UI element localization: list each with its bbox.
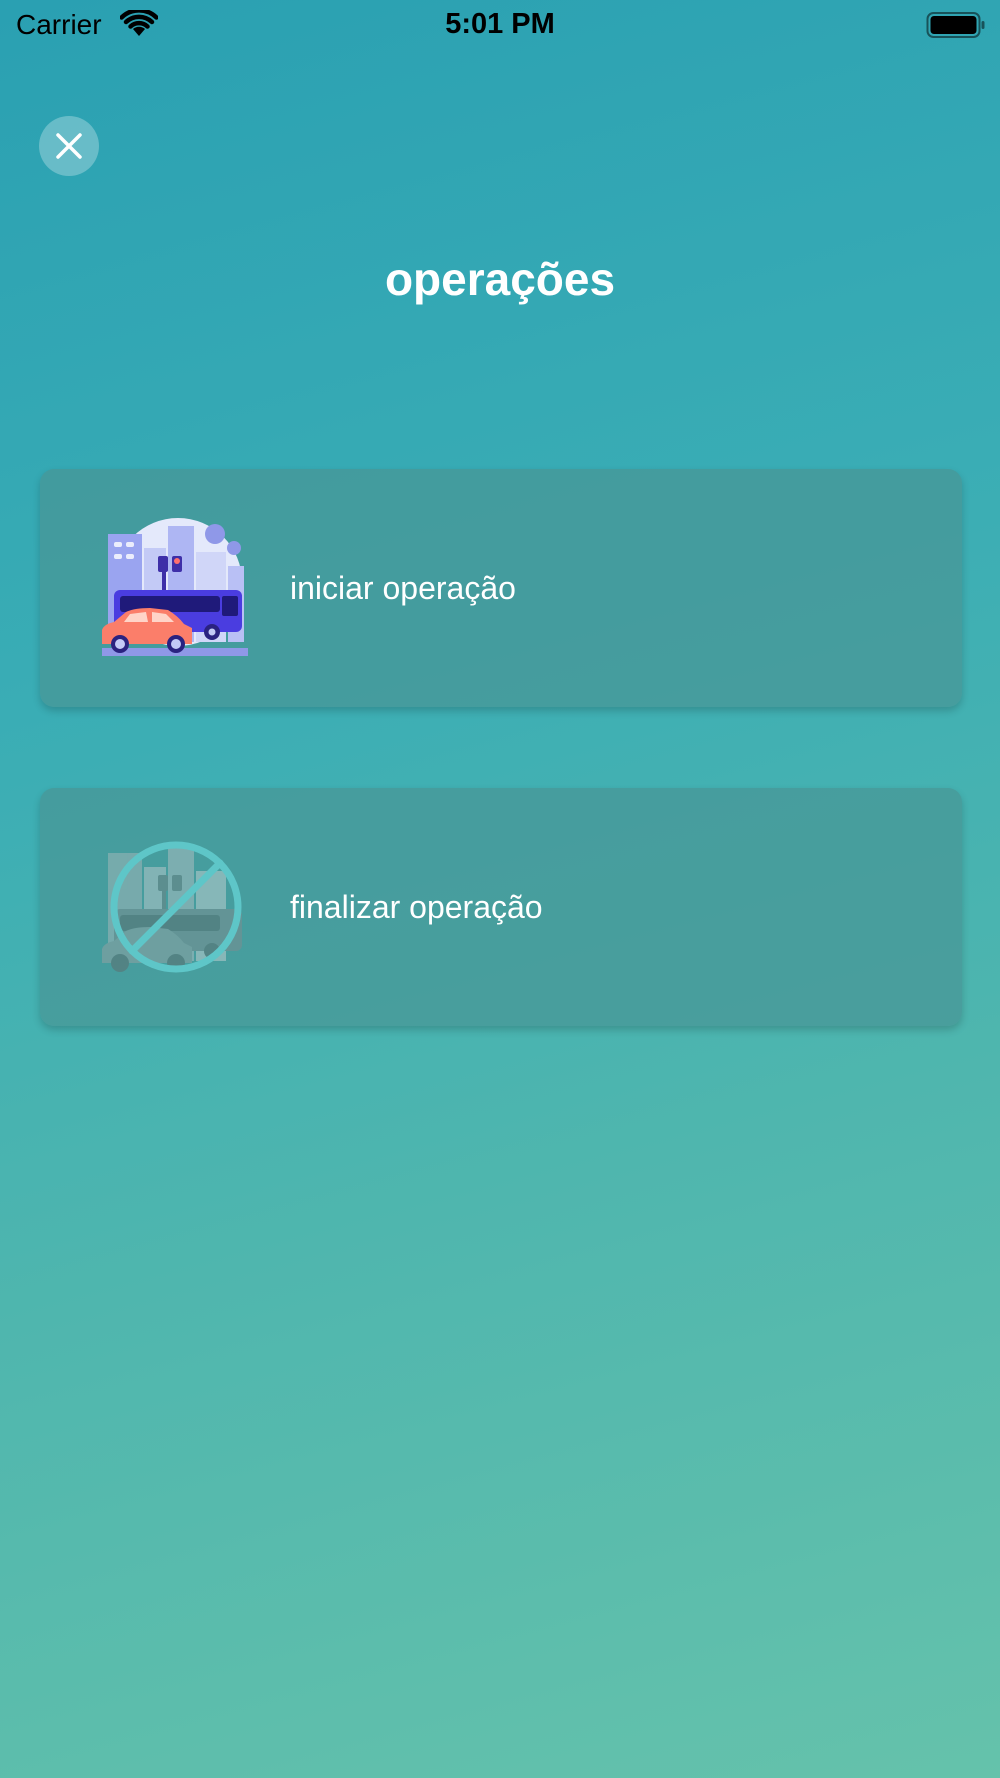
start-operation-card[interactable]: iniciar operação bbox=[40, 469, 962, 707]
battery-icon bbox=[926, 12, 985, 38]
city-traffic-illustration bbox=[102, 518, 248, 656]
start-operation-label: iniciar operação bbox=[290, 570, 516, 606]
close-icon bbox=[56, 133, 82, 159]
status-bar: Carrier 5:01 PM bbox=[0, 0, 1000, 50]
finish-operation-card[interactable]: finalizar operação bbox=[40, 788, 962, 1026]
city-traffic-prohibited-illustration bbox=[102, 841, 242, 973]
page-title: operações bbox=[384, 253, 616, 305]
finish-operation-label: finalizar operação bbox=[290, 889, 543, 925]
clock: 5:01 PM bbox=[445, 8, 555, 40]
close-button[interactable] bbox=[39, 116, 99, 176]
